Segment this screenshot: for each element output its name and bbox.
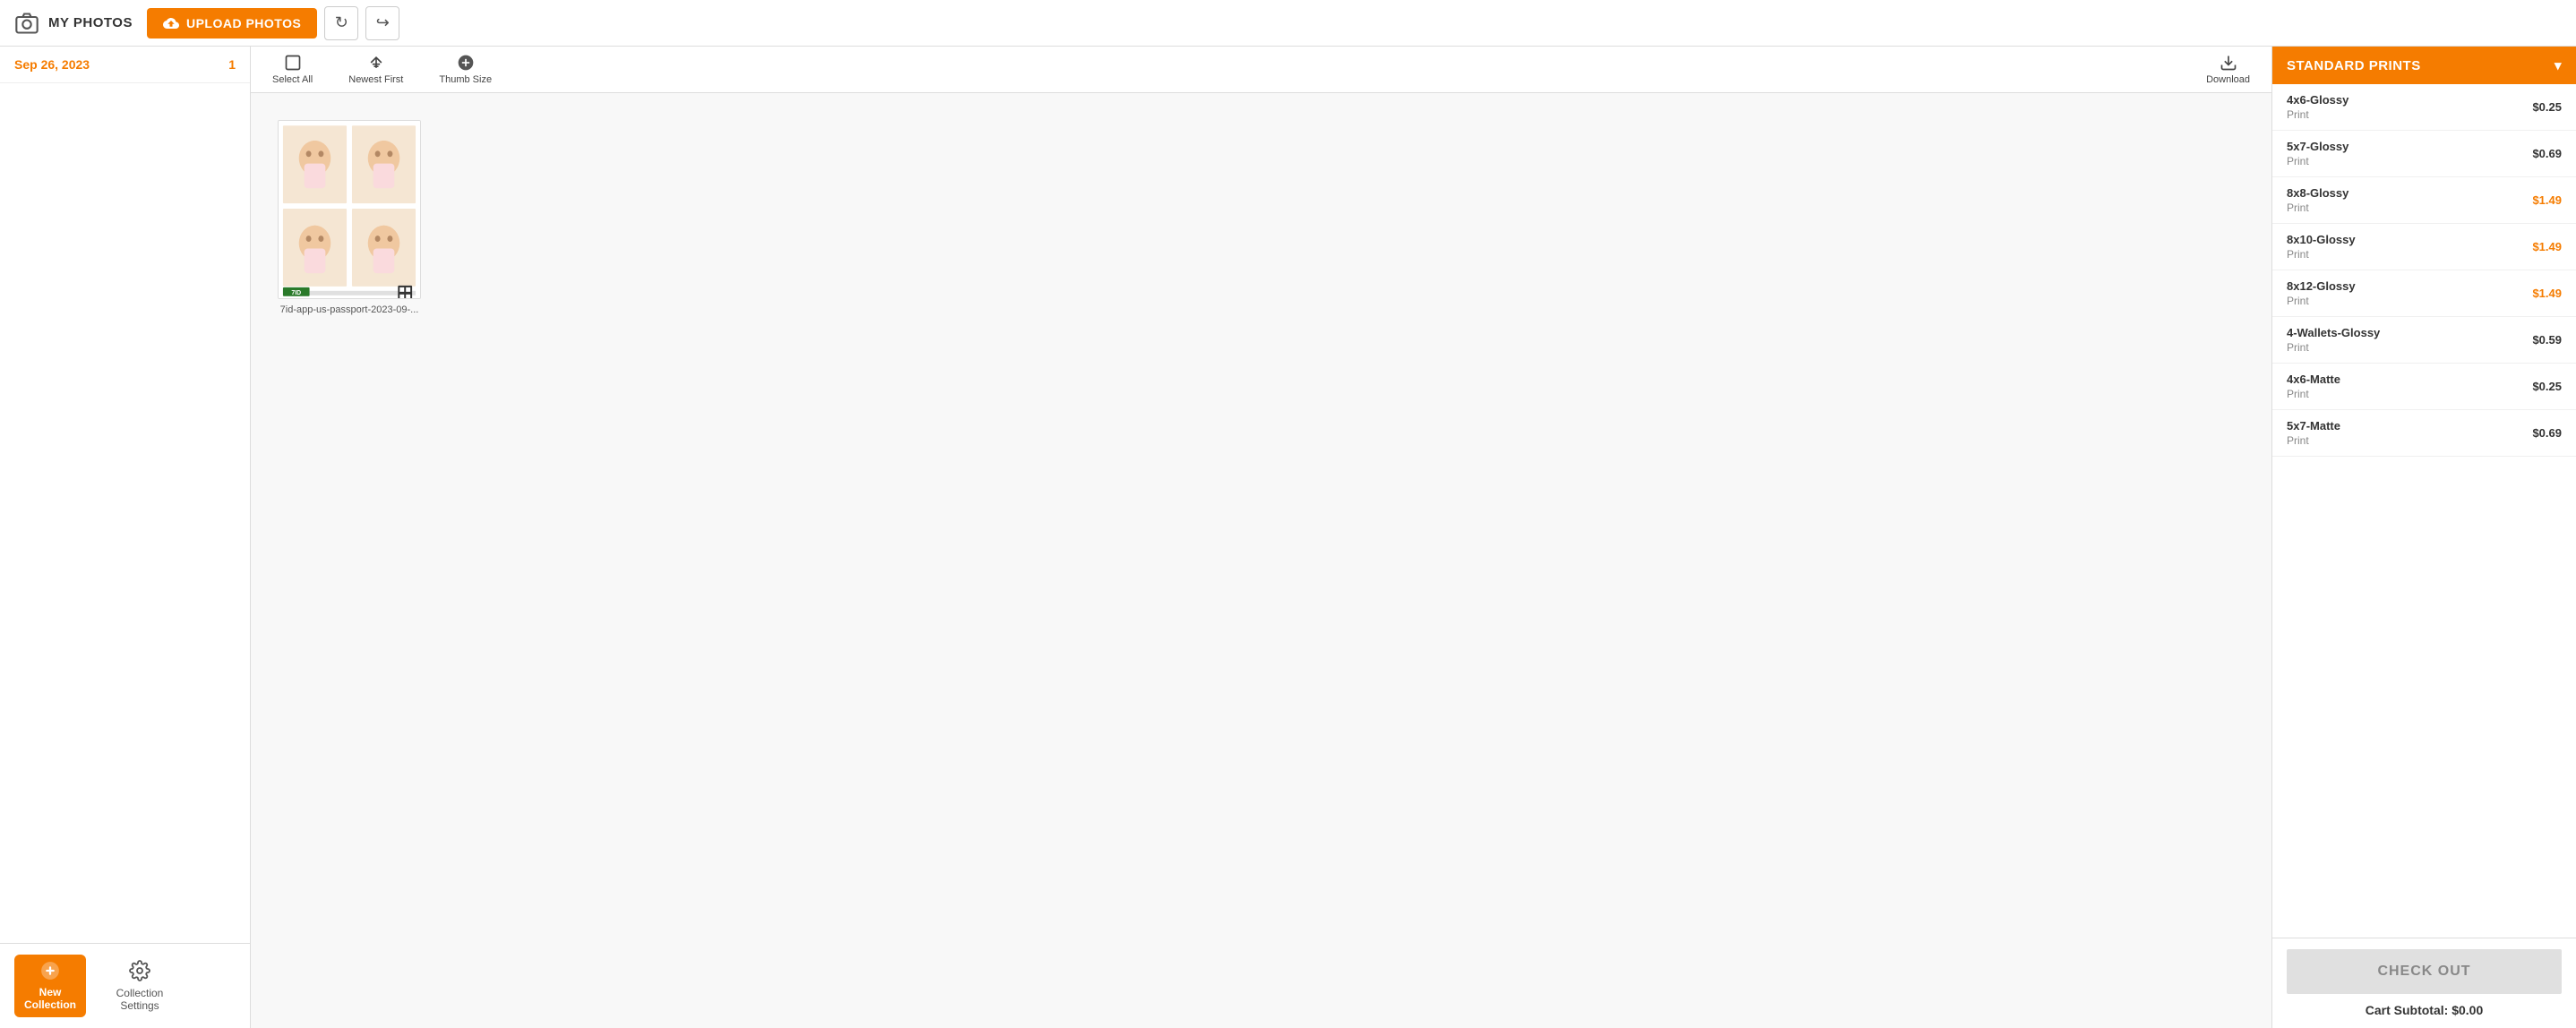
newest-first-button[interactable]: Newest First <box>341 50 410 89</box>
center-content: Select All Newest First Thumb Size <box>251 47 2271 1028</box>
print-name: 4-Wallets-Glossy <box>2287 326 2380 339</box>
cart-subtotal: Cart Subtotal: $0.00 <box>2287 1003 2562 1017</box>
print-type: Print <box>2287 108 2348 121</box>
print-info: 4-Wallets-Glossy Print <box>2287 326 2380 354</box>
print-price: $0.59 <box>2532 333 2562 347</box>
print-info: 5x7-Glossy Print <box>2287 140 2348 167</box>
thumb-size-button[interactable]: Thumb Size <box>432 50 499 89</box>
share-button[interactable]: ↪ <box>365 6 399 40</box>
share-icon: ↪ <box>376 13 390 32</box>
print-info: 8x12-Glossy Print <box>2287 279 2356 307</box>
print-item[interactable]: 4x6-Glossy Print $0.25 <box>2272 84 2576 131</box>
print-name: 5x7-Glossy <box>2287 140 2348 153</box>
print-name: 4x6-Matte <box>2287 373 2340 386</box>
upload-btn-label: UPLOAD PHOTOS <box>186 16 301 30</box>
print-name: 8x10-Glossy <box>2287 233 2356 246</box>
sort-icon <box>367 54 385 72</box>
print-price: $0.69 <box>2532 426 2562 440</box>
print-type: Print <box>2287 388 2340 400</box>
print-type: Print <box>2287 248 2356 261</box>
new-collection-label: New Collection <box>14 986 86 1011</box>
standard-prints-header[interactable]: STANDARD PRINTS ▾ <box>2272 47 2576 84</box>
sidebar-spacer <box>0 83 250 943</box>
print-price: $1.49 <box>2532 240 2562 253</box>
date-count: 1 <box>228 57 236 72</box>
thumb-size-label: Thumb Size <box>439 74 492 85</box>
download-icon <box>2220 54 2237 72</box>
standard-prints-label: STANDARD PRINTS <box>2287 58 2421 73</box>
collection-settings-label: Collection Settings <box>104 987 176 1012</box>
print-type: Print <box>2287 201 2348 214</box>
print-item[interactable]: 8x10-Glossy Print $1.49 <box>2272 224 2576 270</box>
refresh-icon: ↻ <box>335 13 348 32</box>
select-all-button[interactable]: Select All <box>265 50 320 89</box>
print-item[interactable]: 5x7-Glossy Print $0.69 <box>2272 131 2576 177</box>
checkout-button[interactable]: CHECK OUT <box>2287 949 2562 994</box>
upload-photos-button[interactable]: UPLOAD PHOTOS <box>147 8 317 39</box>
print-price: $0.25 <box>2532 100 2562 114</box>
top-bar: MY PHOTOS UPLOAD PHOTOS ↻ ↪ <box>0 0 2576 47</box>
print-item[interactable]: 4x6-Matte Print $0.25 <box>2272 364 2576 410</box>
newest-first-label: Newest First <box>348 74 403 85</box>
new-collection-button[interactable]: New Collection <box>14 955 86 1017</box>
print-info: 8x8-Glossy Print <box>2287 186 2348 214</box>
chevron-down-icon: ▾ <box>2555 57 2562 73</box>
thumb-size-icon <box>457 54 475 72</box>
right-panel: STANDARD PRINTS ▾ 4x6-Glossy Print $0.25… <box>2271 47 2576 1028</box>
refresh-button[interactable]: ↻ <box>324 6 358 40</box>
print-price: $0.25 <box>2532 380 2562 393</box>
collection-settings-button[interactable]: Collection Settings <box>104 955 176 1017</box>
date-label: Sep 26, 2023 <box>14 57 90 72</box>
cloud-upload-icon <box>163 15 179 31</box>
print-item[interactable]: 4-Wallets-Glossy Print $0.59 <box>2272 317 2576 364</box>
print-name: 5x7-Matte <box>2287 419 2340 433</box>
photos-area: 7ID 7id-app-us-passport-2023-09-... <box>251 93 2271 1028</box>
my-photos-section: MY PHOTOS <box>14 11 133 36</box>
print-name: 8x8-Glossy <box>2287 186 2348 200</box>
print-type: Print <box>2287 341 2380 354</box>
svg-text:7ID: 7ID <box>291 290 301 296</box>
photo-filename: 7id-app-us-passport-2023-09-... <box>280 304 419 315</box>
sidebar-footer: New Collection Collection Settings <box>0 943 250 1028</box>
toolbar: Select All Newest First Thumb Size <box>251 47 2271 93</box>
print-type: Print <box>2287 295 2356 307</box>
date-row: Sep 26, 2023 1 <box>0 47 250 83</box>
print-info: 8x10-Glossy Print <box>2287 233 2356 261</box>
print-info: 5x7-Matte Print <box>2287 419 2340 447</box>
print-info: 4x6-Matte Print <box>2287 373 2340 400</box>
print-type: Print <box>2287 155 2348 167</box>
select-all-label: Select All <box>272 74 313 85</box>
camera-icon <box>14 11 39 36</box>
left-sidebar: Sep 26, 2023 1 New Collection Collection… <box>0 47 251 1028</box>
print-type: Print <box>2287 434 2340 447</box>
print-info: 4x6-Glossy Print <box>2287 93 2348 121</box>
main-layout: Sep 26, 2023 1 New Collection Collection… <box>0 47 2576 1028</box>
print-price: $1.49 <box>2532 193 2562 207</box>
gear-icon <box>129 960 150 981</box>
plus-circle-icon <box>40 961 60 981</box>
print-item[interactable]: 8x8-Glossy Print $1.49 <box>2272 177 2576 224</box>
my-photos-label: MY PHOTOS <box>48 15 133 30</box>
photo-item[interactable]: 7ID 7id-app-us-passport-2023-09-... <box>278 120 421 315</box>
checkout-section: CHECK OUT Cart Subtotal: $0.00 <box>2272 938 2576 1028</box>
print-price: $1.49 <box>2532 287 2562 300</box>
passport-photo-svg: 7ID <box>279 121 420 298</box>
download-button[interactable]: Download <box>2199 50 2257 89</box>
print-item[interactable]: 8x12-Glossy Print $1.49 <box>2272 270 2576 317</box>
print-item[interactable]: 5x7-Matte Print $0.69 <box>2272 410 2576 457</box>
print-price: $0.69 <box>2532 147 2562 160</box>
download-label: Download <box>2206 74 2250 85</box>
print-name: 4x6-Glossy <box>2287 93 2348 107</box>
photo-thumbnail: 7ID <box>278 120 421 299</box>
print-name: 8x12-Glossy <box>2287 279 2356 293</box>
checkbox-icon <box>284 54 302 72</box>
prints-list: 4x6-Glossy Print $0.25 5x7-Glossy Print … <box>2272 84 2576 938</box>
